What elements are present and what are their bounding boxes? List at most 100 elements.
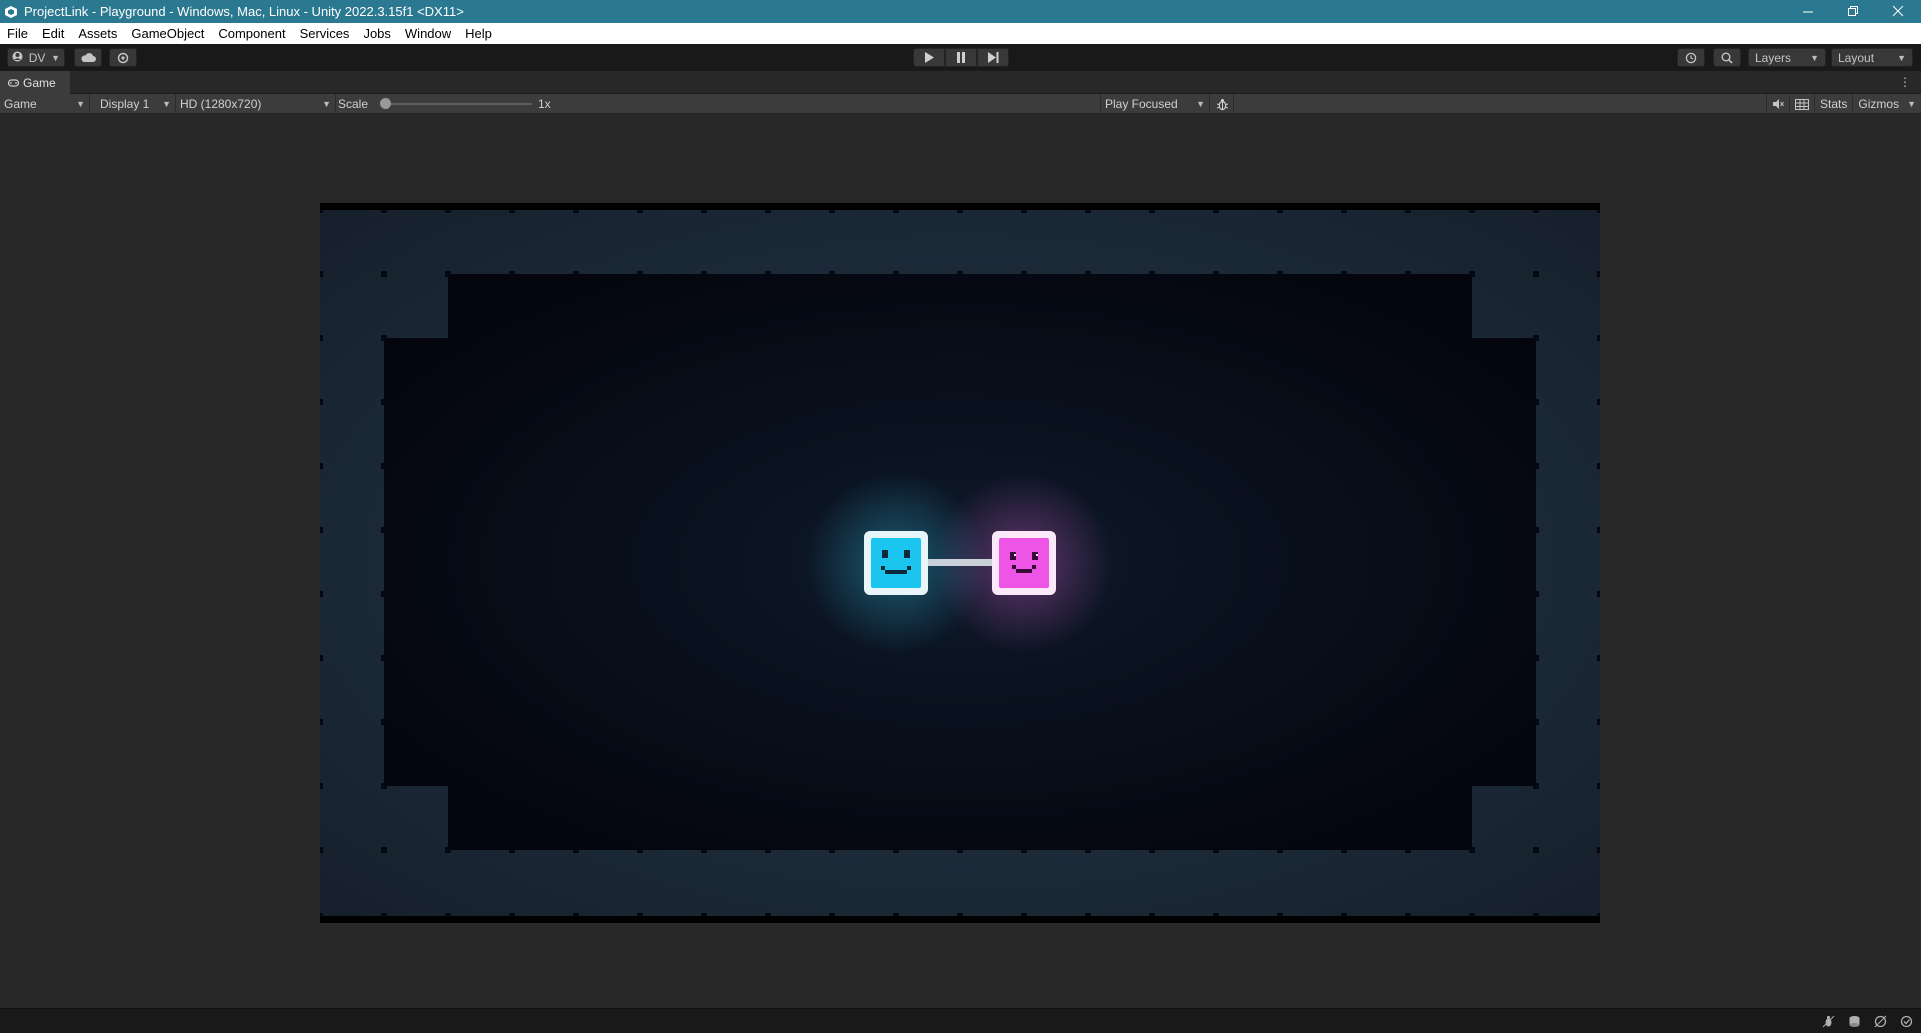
wall-stud (320, 719, 323, 725)
wall-stud (701, 847, 707, 853)
progress-status-icon[interactable] (1898, 1013, 1915, 1030)
wall-stud (320, 335, 323, 341)
blue-cube-character (864, 531, 928, 595)
wall-stud (573, 847, 579, 853)
chevron-down-icon: ▼ (1196, 99, 1205, 109)
character-link (926, 559, 994, 566)
game-scene (320, 203, 1600, 923)
wall-stud (829, 847, 835, 853)
view-mode-label: Game (4, 97, 37, 111)
play-mode-dropdown[interactable]: Play Focused ▼ (1100, 94, 1210, 114)
scale-label: Scale (338, 97, 369, 111)
wall-stud (1341, 271, 1347, 277)
wall-stud (1533, 847, 1539, 853)
wall-stud (1533, 719, 1539, 725)
game-canvas[interactable] (320, 203, 1600, 923)
wall-stud (1021, 847, 1027, 853)
chevron-down-icon: ▼ (322, 99, 331, 109)
wall-stud (1597, 335, 1600, 341)
menu-file[interactable]: File (0, 23, 35, 44)
scale-slider-handle[interactable] (380, 98, 391, 109)
menu-jobs[interactable]: Jobs (356, 23, 397, 44)
wall-stud (445, 271, 451, 277)
wall-stud (1597, 399, 1600, 405)
debug-status-icon[interactable] (1820, 1013, 1837, 1030)
layers-dropdown[interactable]: Layers ▼ (1748, 48, 1826, 67)
search-button[interactable] (1713, 48, 1741, 67)
menu-edit[interactable]: Edit (35, 23, 71, 44)
wall-stud (509, 271, 515, 277)
close-icon (1893, 6, 1904, 17)
undo-history-button[interactable] (1677, 48, 1705, 67)
collab-button[interactable] (109, 48, 137, 67)
wall-stud (1533, 527, 1539, 533)
gizmos-dropdown[interactable]: Gizmos ▼ (1852, 94, 1921, 114)
chevron-down-icon: ▼ (1907, 99, 1916, 109)
status-bar (0, 1008, 1921, 1033)
wall-stud (573, 271, 579, 277)
wall-stud (1533, 591, 1539, 597)
game-viewport (0, 115, 1921, 1008)
menu-component[interactable]: Component (211, 23, 292, 44)
resolution-dropdown[interactable]: HD (1280x720) ▼ (176, 94, 336, 114)
wall-stud (320, 527, 323, 533)
wall-stud (445, 847, 451, 853)
wall-stud (1149, 847, 1155, 853)
display-dropdown[interactable]: Display 1 ▼ (96, 94, 176, 114)
menu-window[interactable]: Window (398, 23, 458, 44)
wall-stud (509, 847, 515, 853)
layout-dropdown[interactable]: Layout ▼ (1831, 48, 1913, 67)
wall-stud (381, 591, 387, 597)
close-button[interactable] (1876, 0, 1921, 23)
debug-button[interactable] (1212, 94, 1234, 114)
wall-stud (765, 271, 771, 277)
cloud-button[interactable] (74, 48, 102, 67)
wall-stud (381, 463, 387, 469)
menu-assets[interactable]: Assets (71, 23, 124, 44)
step-icon (987, 52, 998, 63)
shortcut-button[interactable] (1789, 94, 1814, 114)
minimize-icon (1803, 11, 1813, 13)
menu-help[interactable]: Help (458, 23, 499, 44)
pause-button[interactable] (945, 48, 977, 67)
wall-stud (1597, 783, 1600, 789)
wall-stud (1597, 655, 1600, 661)
window-title: ProjectLink - Playground - Windows, Mac,… (24, 4, 464, 19)
minimize-button[interactable] (1786, 0, 1831, 23)
account-dropdown[interactable]: DV ▼ (7, 48, 65, 67)
wall-stud (1405, 847, 1411, 853)
network-status-icon[interactable] (1872, 1013, 1889, 1030)
tab-game[interactable]: Game (0, 71, 70, 94)
wall-stud (1085, 271, 1091, 277)
scale-value: 1x (538, 97, 551, 111)
wall-stud (381, 719, 387, 725)
more-options-icon[interactable]: ⋮ (1899, 75, 1911, 89)
account-label: DV (28, 50, 46, 65)
chevron-down-icon: ▼ (76, 99, 85, 109)
wall-stud (381, 783, 387, 789)
tab-game-label: Game (23, 75, 56, 90)
game-tab-bar: Game ⋮ (0, 71, 1921, 94)
wall-stud (381, 527, 387, 533)
wall-stud (1533, 335, 1539, 341)
layout-label: Layout (1838, 50, 1875, 65)
stats-button[interactable]: Stats (1814, 94, 1852, 114)
chevron-down-icon: ▼ (1897, 52, 1906, 63)
audio-mute-button[interactable] (1766, 94, 1789, 114)
step-button[interactable] (977, 48, 1009, 67)
scale-slider-track[interactable] (384, 103, 532, 105)
restore-button[interactable] (1831, 0, 1876, 23)
cache-server-icon[interactable] (1846, 1013, 1863, 1030)
restore-icon (1848, 6, 1858, 16)
menu-gameobject[interactable]: GameObject (124, 23, 211, 44)
wall-stud (701, 271, 707, 277)
wall-stud (381, 655, 387, 661)
chevron-down-icon: ▼ (162, 99, 171, 109)
view-mode-dropdown[interactable]: Game ▼ (0, 94, 90, 114)
title-bar: ProjectLink - Playground - Windows, Mac,… (0, 0, 1921, 23)
menu-services[interactable]: Services (293, 23, 357, 44)
play-button[interactable] (913, 48, 945, 67)
wall-stud (957, 271, 963, 277)
mute-audio-icon (1773, 99, 1784, 109)
history-icon (1685, 52, 1697, 63)
